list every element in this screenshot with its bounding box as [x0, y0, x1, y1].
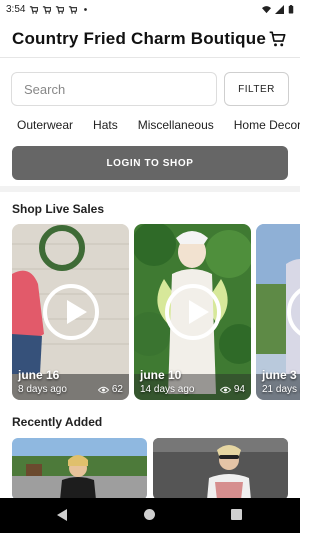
shopping-cart-icon[interactable]: [268, 29, 288, 49]
live-sale-date: june 16: [18, 368, 60, 382]
view-count: 94: [219, 384, 245, 395]
category-home-decor[interactable]: Home Decor: [234, 118, 300, 136]
live-sale-age: 14 days ago: [140, 384, 195, 395]
page-title: Country Fried Charm Boutique: [12, 28, 266, 48]
wifi-icon: [262, 5, 271, 13]
live-sale-date: june 3: [262, 368, 297, 382]
eye-icon: [97, 386, 109, 393]
live-sale-card[interactable]: june 16 8 days ago 62: [12, 224, 129, 400]
play-button[interactable]: [42, 284, 99, 340]
category-hats[interactable]: Hats: [93, 118, 118, 136]
filter-button[interactable]: FILTER: [224, 72, 289, 106]
live-sale-card[interactable]: june 10 14 days ago 94: [134, 224, 251, 400]
live-sale-date: june 10: [140, 368, 182, 382]
notification-dot-icon: [84, 7, 88, 11]
live-sale-age: 8 days ago: [18, 384, 67, 395]
shopping-notification-icon: [30, 5, 39, 14]
category-nav: Outerwear Hats Miscellaneous Home Decor: [0, 118, 300, 136]
search-input[interactable]: [11, 72, 217, 106]
status-left: 3:54: [6, 4, 90, 15]
product-thumbnail: [12, 438, 147, 498]
shopping-notification-icon: [56, 5, 65, 14]
status-right: [262, 4, 294, 14]
category-outerwear[interactable]: Outerwear: [17, 118, 73, 136]
status-bar: 3:54: [0, 0, 300, 18]
live-sale-card[interactable]: june 3 21 days ago: [256, 224, 300, 400]
recently-added-carousel[interactable]: [0, 438, 300, 498]
play-button[interactable]: [164, 284, 221, 340]
back-icon[interactable]: [57, 509, 67, 521]
battery-icon: [288, 4, 294, 14]
product-card[interactable]: [12, 438, 147, 498]
play-icon: [66, 300, 87, 324]
status-time: 3:54: [6, 3, 26, 15]
recent-apps-icon[interactable]: [231, 509, 242, 520]
search-row: FILTER: [0, 72, 300, 106]
product-card[interactable]: [153, 438, 288, 498]
product-thumbnail: [153, 438, 288, 498]
play-icon: [188, 300, 209, 324]
cellular-signal-icon: [275, 4, 284, 14]
system-navigation-bar: [0, 498, 300, 533]
view-count: 62: [97, 384, 123, 395]
shopping-notification-icon: [69, 5, 78, 14]
view-count-value: 62: [111, 384, 123, 395]
eye-icon: [219, 386, 231, 393]
app-header: Country Fried Charm Boutique: [0, 20, 300, 58]
login-to-shop-button[interactable]: LOGIN TO SHOP: [12, 146, 288, 180]
shopping-notification-icon: [43, 5, 52, 14]
view-count-value: 94: [233, 384, 245, 395]
live-sale-age: 21 days ago: [262, 384, 300, 395]
recently-added-title: Recently Added: [12, 415, 103, 429]
section-divider: [0, 186, 300, 192]
live-sales-carousel[interactable]: june 16 8 days ago 62 june 10 14 days ag…: [0, 224, 300, 400]
category-miscellaneous[interactable]: Miscellaneous: [138, 118, 214, 136]
live-sales-title: Shop Live Sales: [12, 202, 105, 216]
home-icon[interactable]: [144, 509, 155, 520]
